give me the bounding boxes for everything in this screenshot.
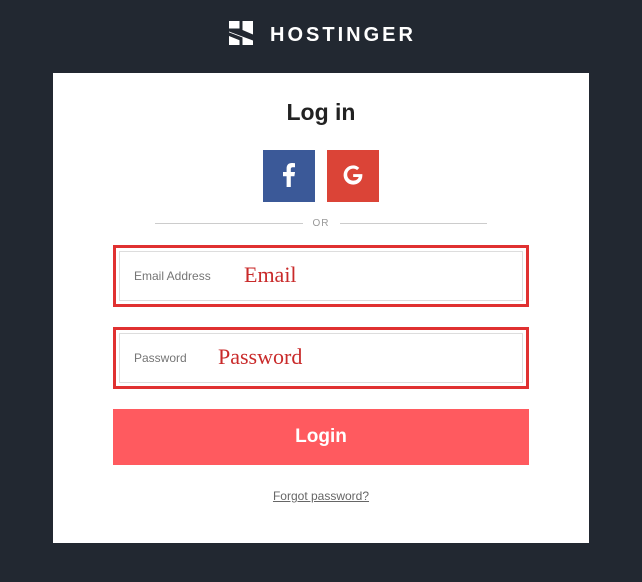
divider-line-left [155,223,303,224]
divider: OR [155,218,487,229]
social-login-row [113,150,529,202]
email-input[interactable] [134,269,508,283]
facebook-login-button[interactable] [263,150,315,202]
login-button[interactable]: Login [113,409,529,465]
email-field-container [119,251,523,301]
password-input[interactable] [134,351,508,365]
google-icon [341,163,365,190]
divider-line-right [340,223,488,224]
brand-name: HOSTINGER [270,24,416,47]
app-header: HOSTINGER [0,0,642,73]
login-title: Log in [113,99,529,126]
password-field-highlight: Password [113,327,529,389]
divider-text: OR [313,218,330,229]
email-field-highlight: Email [113,245,529,307]
hostinger-logo-icon [226,18,256,53]
login-card: Log in OR Email [53,73,589,543]
facebook-icon [282,163,296,190]
forgot-password-link[interactable]: Forgot password? [113,489,529,503]
password-field-container [119,333,523,383]
google-login-button[interactable] [327,150,379,202]
